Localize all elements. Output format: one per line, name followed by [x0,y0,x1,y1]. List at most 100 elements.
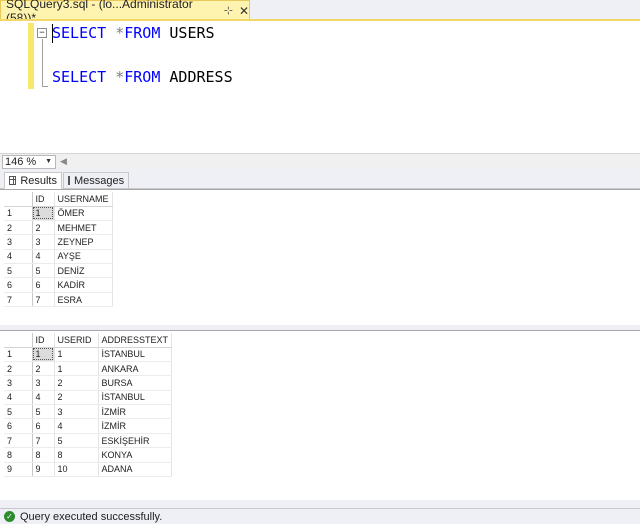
code-line-2[interactable]: SELECT *FROM ADDRESS [52,68,233,86]
cell-userid[interactable]: 1 [54,361,99,377]
row-number[interactable]: 1 [4,347,33,362]
table-row[interactable]: 3 3 2 BURSA [4,375,173,391]
cell-id[interactable]: 2 [32,220,55,236]
chevron-down-icon[interactable]: ▼ [45,156,52,168]
cell-username[interactable]: KADİR [54,277,113,293]
table-row[interactable]: 4 4 2 İSTANBUL [4,390,173,406]
table-row[interactable]: 1 1 1 İSTANBUL [4,347,173,362]
table-row[interactable]: 3 3 ZEYNEP [4,234,113,250]
table-row[interactable]: 2 2 MEHMET [4,220,113,236]
row-number-header[interactable] [4,333,33,348]
result-grid-address[interactable]: ID USERID ADDRESSTEXT 1 1 1 İSTANBUL 2 2… [0,330,640,500]
cell-username[interactable]: DENİZ [54,263,113,279]
row-number[interactable]: 4 [4,390,33,406]
table-row[interactable]: 5 5 DENİZ [4,263,113,279]
cell-addresstext[interactable]: İZMİR [98,404,173,420]
row-number[interactable]: 6 [4,418,33,434]
table-row[interactable]: 1 1 ÖMER [4,206,113,221]
cell-username[interactable]: MEHMET [54,220,113,236]
cell-id[interactable]: 4 [32,249,55,265]
cell-addresstext[interactable]: ADANA [98,462,173,478]
column-header[interactable]: USERID [54,333,99,348]
row-number[interactable]: 3 [4,234,33,250]
table-row[interactable]: 7 7 ESRA [4,292,113,308]
results-tab-strip: Results Messages [0,169,640,189]
row-number[interactable]: 2 [4,361,33,377]
cell-addresstext[interactable]: ANKARA [98,361,173,377]
cell-id[interactable]: 1 [32,206,55,221]
cell-userid[interactable]: 8 [54,447,99,463]
zoom-value: 146 % [5,156,37,168]
grid-icon [9,176,17,185]
cell-id[interactable]: 8 [32,447,55,463]
row-number[interactable]: 7 [4,292,33,308]
cell-userid[interactable]: 4 [54,418,99,434]
row-number[interactable]: 7 [4,433,33,449]
cell-id[interactable]: 6 [32,277,55,293]
row-number[interactable]: 5 [4,404,33,420]
row-number[interactable]: 5 [4,263,33,279]
cell-addresstext[interactable]: KONYA [98,447,173,463]
cell-userid[interactable]: 2 [54,375,99,391]
table-row[interactable]: 9 9 10 ADANA [4,462,173,478]
cell-id[interactable]: 6 [32,418,55,434]
cell-id[interactable]: 7 [32,292,55,308]
table-row[interactable]: 4 4 AYŞE [4,249,113,265]
zoom-dropdown[interactable]: 146 % ▼ [2,155,56,169]
column-header[interactable]: ADDRESSTEXT [98,333,173,348]
cell-id[interactable]: 3 [32,375,55,391]
table-row[interactable]: 6 6 KADİR [4,277,113,293]
cell-username[interactable]: ÖMER [54,206,113,221]
cell-userid[interactable]: 10 [54,462,99,478]
column-header[interactable]: USERNAME [54,192,113,207]
cell-addresstext[interactable]: BURSA [98,375,173,391]
cell-addresstext[interactable]: İSTANBUL [98,347,173,362]
cell-addresstext[interactable]: ESKİŞEHİR [98,433,173,449]
keyword: FROM [124,68,161,86]
status-bar: ✓ Query executed successfully. [0,508,640,524]
code-line-1[interactable]: SELECT *FROM USERS [52,24,215,42]
cell-id[interactable]: 2 [32,361,55,377]
collapse-icon[interactable]: − [37,28,47,38]
cell-id[interactable]: 1 [32,347,55,362]
row-number[interactable]: 3 [4,375,33,391]
cell-username[interactable]: AYŞE [54,249,113,265]
cell-addresstext[interactable]: İSTANBUL [98,390,173,406]
document-tab[interactable]: SQLQuery3.sql - (lo...Administrator (58)… [0,0,250,25]
row-number[interactable]: 1 [4,206,33,221]
cell-addresstext[interactable]: İZMİR [98,418,173,434]
tab-messages[interactable]: Messages [63,172,129,189]
cell-userid[interactable]: 5 [54,433,99,449]
cell-userid[interactable]: 2 [54,390,99,406]
scroll-left-icon[interactable]: ◀ [60,156,67,167]
table-row[interactable]: 2 2 1 ANKARA [4,361,173,377]
row-number-header[interactable] [4,192,33,207]
table-row[interactable]: 6 6 4 İZMİR [4,418,173,434]
pin-icon[interactable]: ⊹ [224,4,233,17]
row-number[interactable]: 6 [4,277,33,293]
cell-id[interactable]: 7 [32,433,55,449]
column-header[interactable]: ID [32,192,55,207]
table-row[interactable]: 7 7 5 ESKİŞEHİR [4,433,173,449]
row-number[interactable]: 2 [4,220,33,236]
table-row[interactable]: 5 5 3 İZMİR [4,404,173,420]
check-circle-icon: ✓ [4,511,15,522]
column-header[interactable]: ID [32,333,55,348]
row-number[interactable]: 4 [4,249,33,265]
cell-userid[interactable]: 1 [54,347,99,362]
cell-username[interactable]: ESRA [54,292,113,308]
cell-id[interactable]: 5 [32,263,55,279]
cell-id[interactable]: 5 [32,404,55,420]
tab-results[interactable]: Results [4,172,62,189]
result-grid-users[interactable]: ID USERNAME 1 1 ÖMER 2 2 MEHMET 3 3 ZEYN… [0,189,640,325]
query-editor[interactable]: − SELECT *FROM USERS SELECT *FROM ADDRES… [0,21,640,153]
cell-id[interactable]: 3 [32,234,55,250]
cell-username[interactable]: ZEYNEP [54,234,113,250]
cell-id[interactable]: 9 [32,462,55,478]
cell-userid[interactable]: 3 [54,404,99,420]
close-icon[interactable]: ✕ [239,4,249,18]
row-number[interactable]: 9 [4,462,33,478]
table-row[interactable]: 8 8 8 KONYA [4,447,173,463]
cell-id[interactable]: 4 [32,390,55,406]
row-number[interactable]: 8 [4,447,33,463]
